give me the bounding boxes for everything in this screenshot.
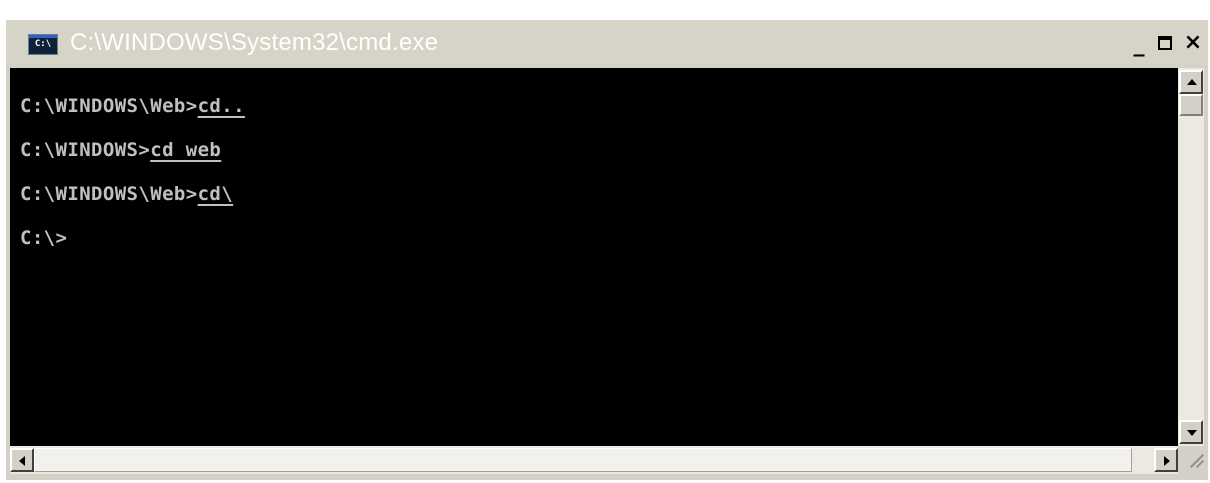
horizontal-scrollbar[interactable] [10, 446, 1178, 474]
scroll-down-button[interactable] [1179, 420, 1203, 444]
vertical-scrollbar[interactable] [1178, 68, 1204, 446]
arrow-up-icon [1187, 79, 1197, 85]
scroll-right-button[interactable] [1154, 448, 1178, 472]
maximize-button[interactable] [1152, 30, 1178, 58]
title-bar[interactable]: C:\ C:\WINDOWS\System32\cmd.exe _ × [6, 20, 1208, 66]
console-line: C:\WINDOWS>cd web [20, 139, 221, 161]
arrow-down-icon [1187, 430, 1197, 436]
maximize-icon [1158, 36, 1172, 50]
console-line: C:\WINDOWS\Web>cd.. [20, 95, 245, 117]
console-output[interactable]: C:\WINDOWS\Web>cd.. C:\WINDOWS>cd web C:… [10, 68, 1178, 446]
vertical-scroll-thumb[interactable] [1179, 94, 1203, 116]
console-command: cd web [150, 139, 222, 161]
console-command: cd.. [197, 95, 245, 117]
arrow-right-icon [1164, 456, 1170, 466]
console-prompt: C:\WINDOWS\Web> [20, 183, 198, 205]
resize-grip-icon[interactable] [1178, 446, 1205, 474]
minimize-button[interactable]: _ [1126, 30, 1152, 58]
scroll-left-button[interactable] [10, 448, 34, 472]
close-button[interactable]: × [1180, 30, 1206, 58]
arrow-left-icon [19, 456, 25, 466]
cmd-window: C:\ C:\WINDOWS\System32\cmd.exe _ × C:\W… [6, 20, 1208, 480]
console-line: C:\WINDOWS\Web>cd\ [20, 183, 233, 205]
console-prompt: C:\WINDOWS\Web> [20, 95, 198, 117]
horizontal-scroll-thumb[interactable] [34, 448, 1132, 472]
console-command: cd\ [197, 183, 234, 205]
console-line: C:\> [20, 227, 67, 249]
window-title: C:\WINDOWS\System32\cmd.exe [70, 29, 439, 56]
console-prompt: C:\WINDOWS> [20, 139, 151, 161]
console-prompt: C:\> [20, 227, 68, 249]
scroll-up-button[interactable] [1179, 70, 1203, 94]
cmd-app-icon[interactable]: C:\ [28, 34, 58, 55]
